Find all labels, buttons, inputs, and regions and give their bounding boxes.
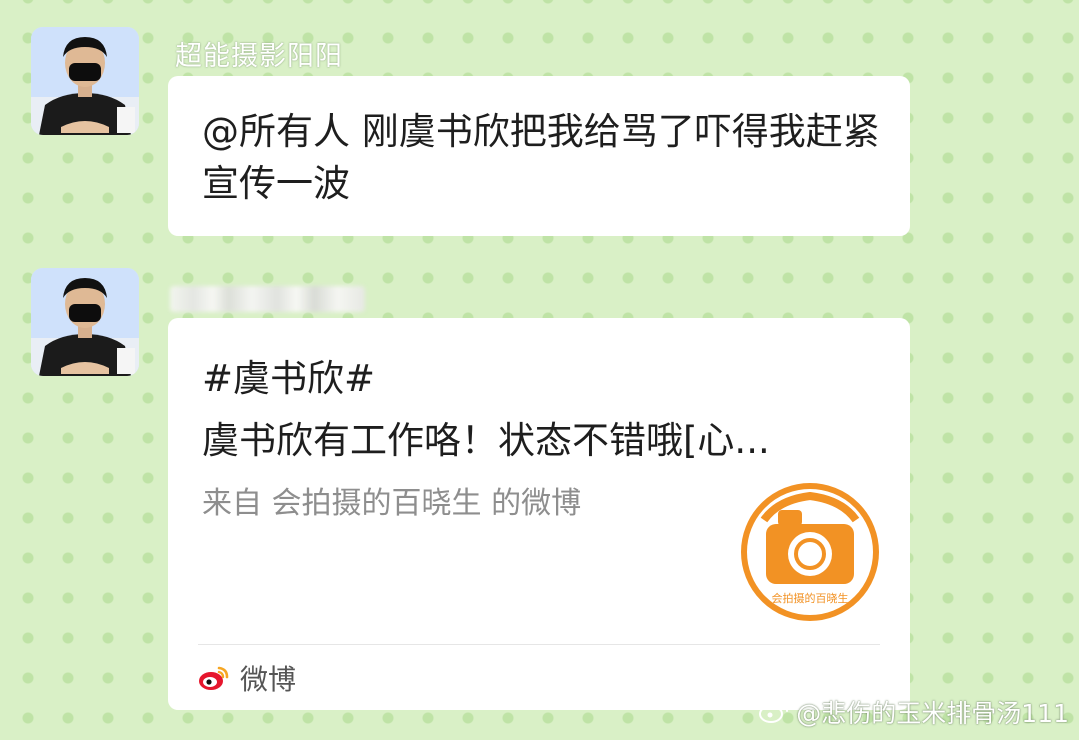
watermark-text: @悲伤的玉米排骨汤111 — [796, 699, 1069, 728]
message-bubble[interactable]: @所有人 刚虞书欣把我给骂了吓得我赶紧宣传一波 — [168, 76, 910, 236]
avatar-photo — [31, 27, 139, 135]
card-source-text: 来自 会拍摄的百晓生 的微博 — [202, 486, 582, 521]
avatar-sender-2[interactable] — [31, 268, 139, 376]
footer-app-label: 微博 — [240, 663, 297, 696]
sender-name: 超能摄影阳阳 — [175, 41, 343, 72]
card-hashtag-title[interactable]: #虞书欣# — [202, 354, 375, 404]
message-text: @所有人 刚虞书欣把我给骂了吓得我赶紧宣传一波 — [202, 110, 880, 205]
card-body-text: 虞书欣有工作咯！状态不错哦[心... — [202, 419, 770, 462]
weibo-icon — [759, 701, 789, 723]
avatar-photo — [31, 268, 139, 376]
card-thumbnail-logo: 会拍摄的百晓生 — [738, 480, 882, 624]
avatar-sender-1[interactable] — [31, 27, 139, 135]
shared-weibo-card[interactable]: #虞书欣# 虞书欣有工作咯！状态不错哦[心... 来自 会拍摄的百晓生 的微博 … — [168, 318, 910, 710]
card-footer[interactable]: 微博 — [198, 656, 296, 700]
card-divider — [198, 644, 880, 645]
watermark: @悲伤的玉米排骨汤111 — [758, 694, 1069, 730]
thumb-logo-text: 会拍摄的百晓生 — [772, 591, 849, 605]
sender-name-blurred — [170, 286, 365, 312]
weibo-icon — [199, 666, 229, 690]
